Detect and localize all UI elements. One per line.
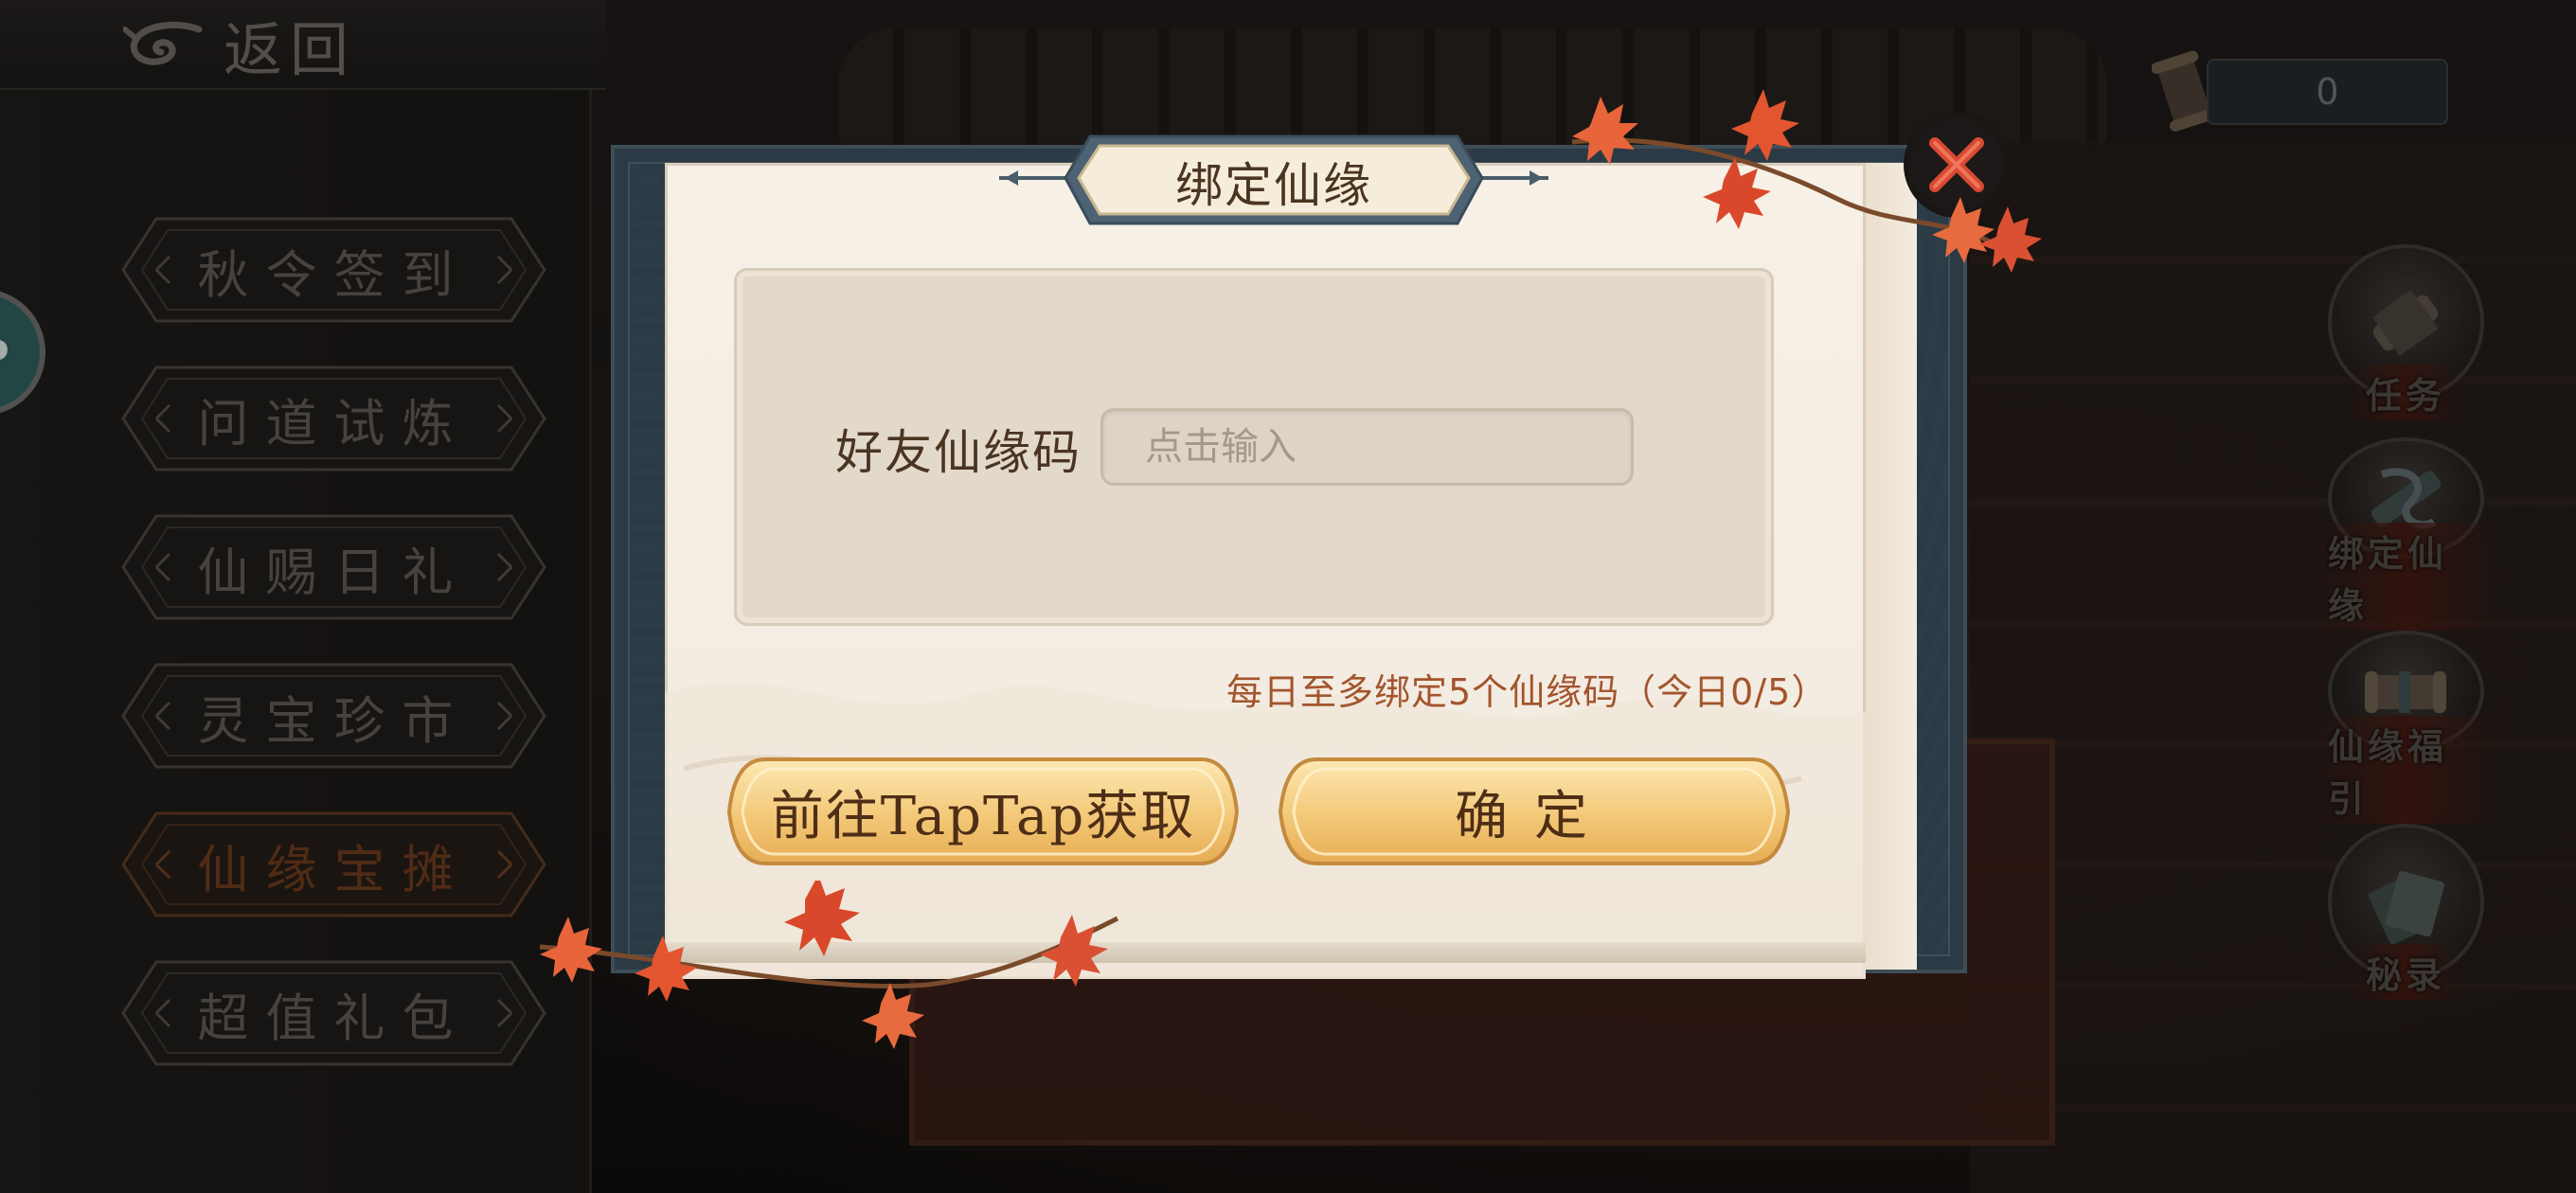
maple-branch-bottom-icon — [539, 881, 1119, 1049]
maple-branch-top-icon — [1571, 89, 2042, 273]
daily-limit-note: 每日至多绑定5个仙缘码（今日0/5） — [1226, 671, 1829, 713]
goto-taptap-button[interactable]: 前往TapTap获取 — [727, 756, 1239, 867]
confirm-label: 确定 — [1455, 785, 1614, 847]
friend-code-input[interactable] — [1100, 408, 1634, 486]
dialog-title: 绑定仙缘 — [1175, 158, 1372, 213]
confirm-button[interactable]: 确定 — [1279, 756, 1790, 867]
goto-taptap-label: 前往TapTap获取 — [770, 785, 1196, 847]
friend-code-label: 好友仙缘码 — [835, 425, 1082, 480]
dialog-scroll-edge — [1864, 163, 1917, 970]
dialog-title-plaque: 绑定仙缘 — [999, 133, 1548, 231]
